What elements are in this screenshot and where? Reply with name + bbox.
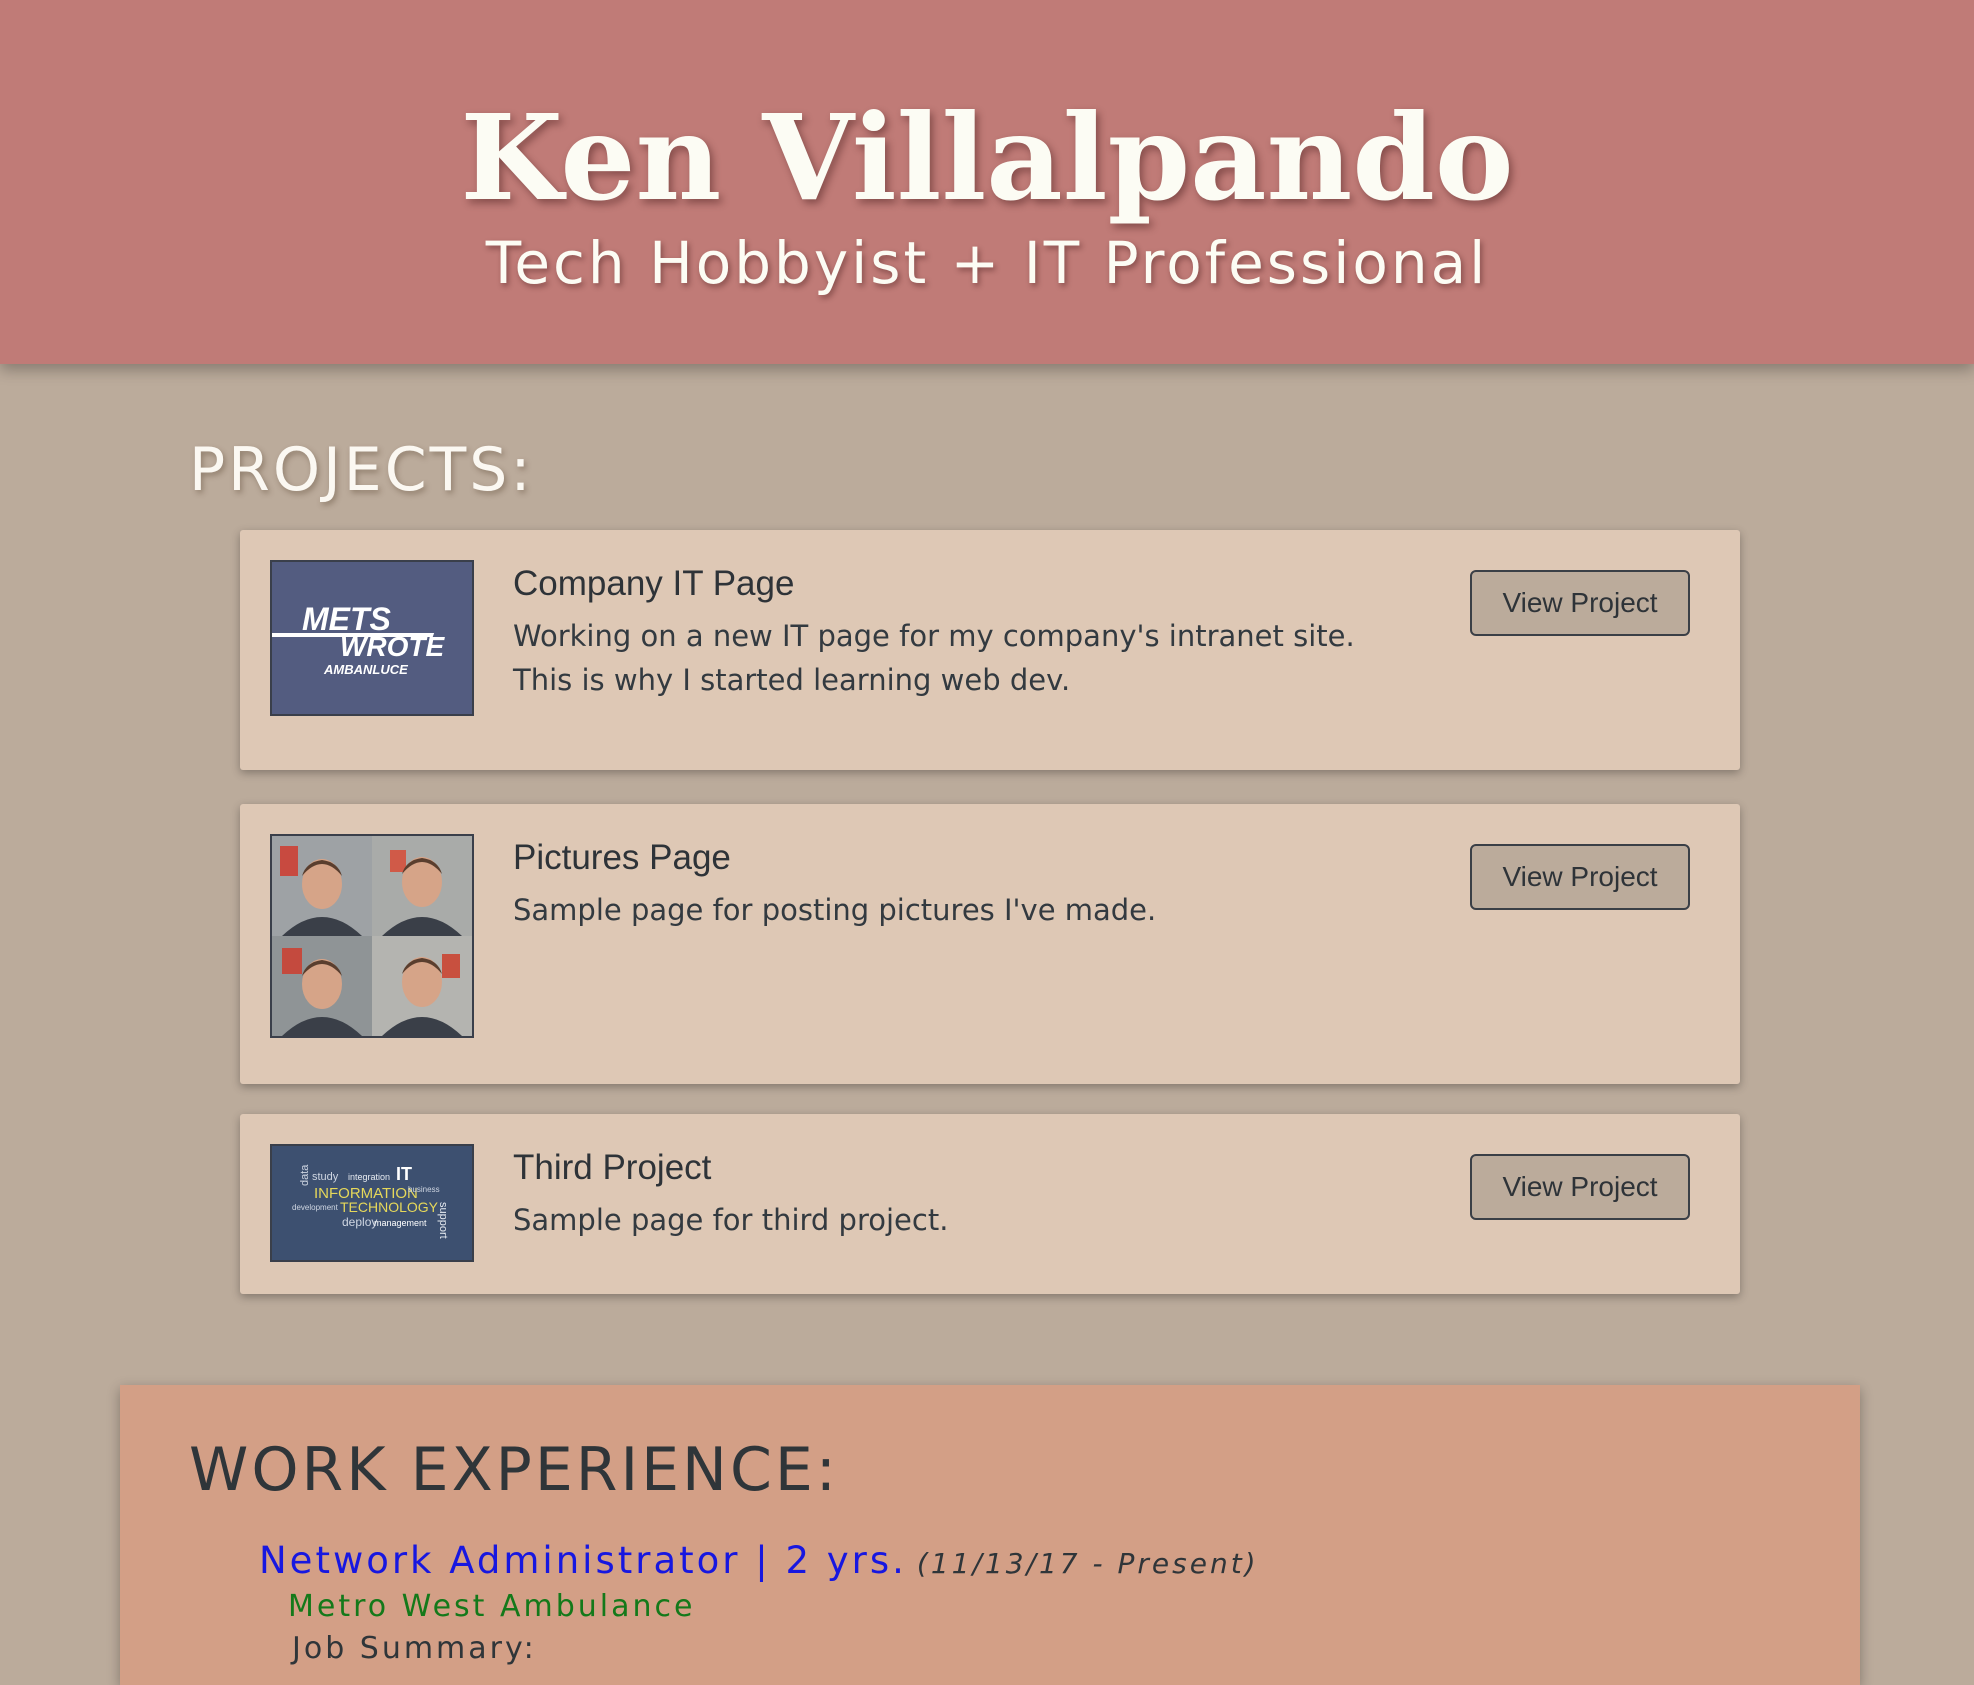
svg-text:TECHNOLOGY: TECHNOLOGY [340,1199,439,1215]
site-tagline: Tech Hobbyist + IT Professional [485,229,1489,297]
view-project-button[interactable]: View Project [1470,844,1690,910]
mets-logo-icon: METS WROTE AMBANLUCE [272,562,472,714]
company-name: Metro West Ambulance [288,1589,696,1624]
svg-text:study: study [312,1171,339,1183]
view-project-button[interactable]: View Project [1470,1154,1690,1220]
project-description: Working on a new IT page for my company'… [513,619,1355,697]
project-title: Pictures Page [513,838,731,877]
job-title: Network Administrator | 2 yrs. [259,1539,907,1582]
svg-text:development: development [292,1203,339,1212]
project-title: Company IT Page [513,564,795,603]
svg-text:deploy: deploy [342,1215,377,1229]
projects-heading: PROJECTS: [189,435,534,505]
svg-text:IT: IT [396,1164,412,1184]
job-dates: (11/13/17 - Present) [916,1547,1259,1580]
svg-text:data: data [299,1164,311,1186]
site-owner-name: Ken Villalpando [460,88,1514,227]
job-entry: Network Administrator | 2 yrs. (11/13/17 … [259,1539,1259,1582]
wordcloud-icon: study integration IT INFORMATION TECHNOL… [272,1146,472,1260]
thumb-logo-line3: AMBANLUCE [323,662,408,677]
svg-text:management: management [374,1218,427,1228]
mets-logo-thumbnail: METS WROTE AMBANLUCE [270,560,474,716]
it-wordcloud-thumbnail: study integration IT INFORMATION TECHNOL… [270,1144,474,1262]
svg-text:integration: integration [348,1172,390,1182]
project-description: Sample page for third project. [513,1203,949,1237]
project-card-third: study integration IT INFORMATION TECHNOL… [240,1114,1740,1294]
project-card-pictures: Pictures Page Sample page for posting pi… [240,804,1740,1084]
page-header: Ken Villalpando Tech Hobbyist + IT Profe… [0,0,1974,364]
svg-text:support: support [437,1202,449,1239]
svg-text:business: business [408,1185,440,1194]
work-experience-heading: WORK EXPERIENCE: [189,1435,839,1505]
portrait-photos-icon [272,836,472,1036]
view-project-button[interactable]: View Project [1470,570,1690,636]
job-summary-label: Job Summary: [292,1631,537,1666]
project-description: Sample page for posting pictures I've ma… [513,893,1157,927]
thumb-logo-line2: WROTE [340,631,446,662]
project-card-company-it: METS WROTE AMBANLUCE Company IT Page Wor… [240,530,1740,770]
selfie-collage-thumbnail [270,834,474,1038]
project-title: Third Project [513,1148,712,1187]
work-experience-section: WORK EXPERIENCE: Network Administrator |… [120,1385,1860,1685]
